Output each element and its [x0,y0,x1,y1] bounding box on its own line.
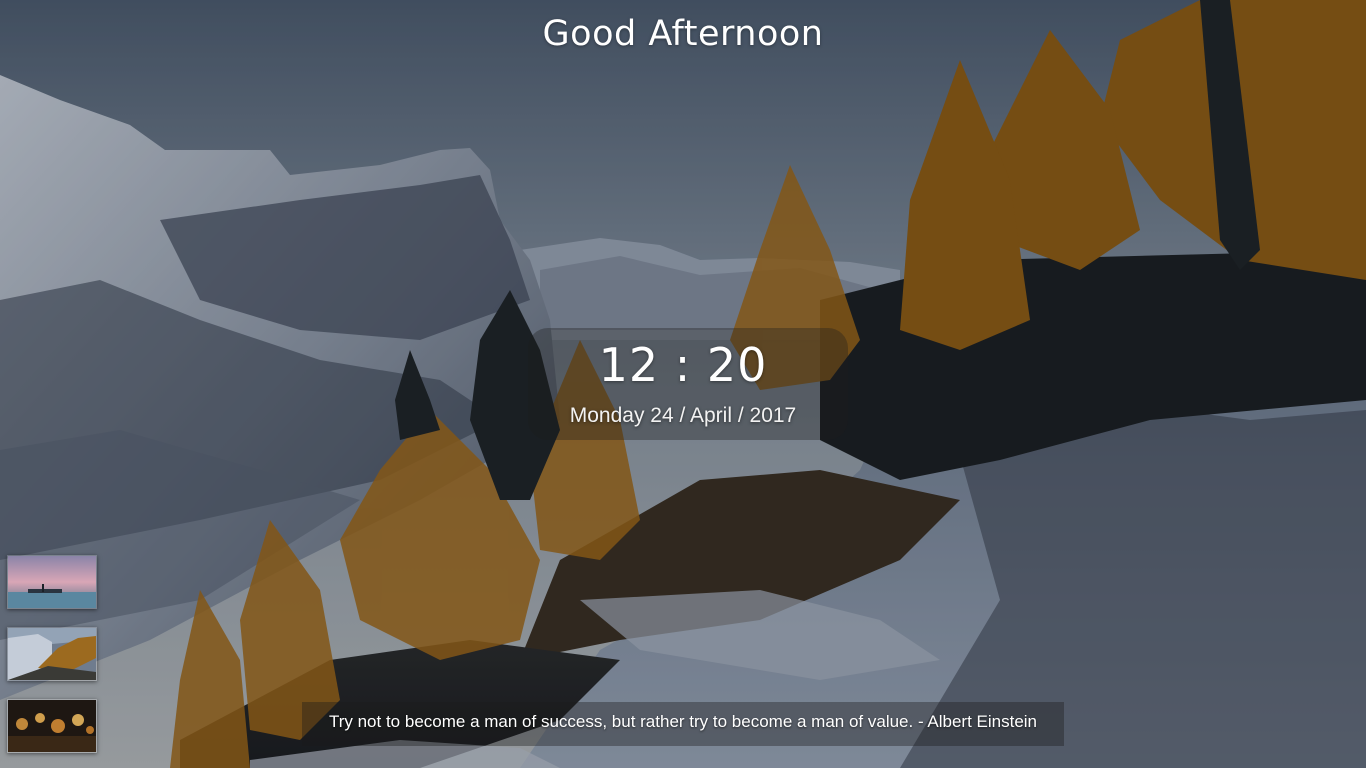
candles-thumbnail[interactable] [7,699,97,753]
clock-time: 12 : 20 [598,338,768,392]
new-tab-dashboard: Good Afternoon 12 : 20 Monday 24 / April… [0,0,1366,768]
quote-text: Try not to become a man of success, but … [328,712,1038,731]
wallpaper-thumbnail-list [7,555,97,768]
clock-date: Monday 24 / April / 2017 [569,404,797,427]
lake-sunset-thumbnail[interactable] [7,555,97,609]
mountain-forest-thumbnail[interactable] [7,627,97,681]
greeting-title: Good Afternoon [542,14,824,54]
